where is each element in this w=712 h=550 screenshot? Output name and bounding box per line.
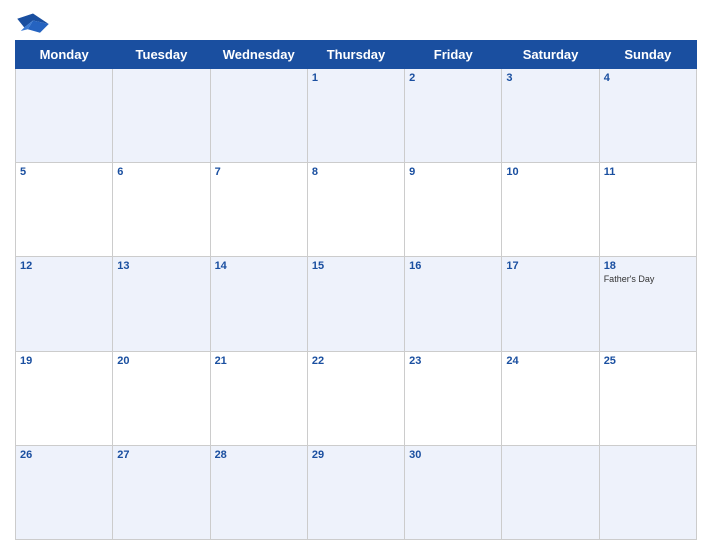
calendar-cell: 3 <box>502 69 599 163</box>
calendar-cell: 25 <box>599 351 696 445</box>
day-number: 13 <box>117 260 205 272</box>
calendar-cell <box>113 69 210 163</box>
day-number: 17 <box>506 260 594 272</box>
day-number: 21 <box>215 355 303 367</box>
weekday-header: Monday <box>16 41 113 69</box>
day-number: 20 <box>117 355 205 367</box>
weekday-header: Friday <box>405 41 502 69</box>
day-number: 28 <box>215 449 303 461</box>
day-number: 5 <box>20 166 108 178</box>
day-number: 7 <box>215 166 303 178</box>
calendar-cell: 26 <box>16 445 113 539</box>
holiday-label: Father's Day <box>604 274 692 285</box>
day-number: 3 <box>506 72 594 84</box>
calendar-cell: 14 <box>210 257 307 351</box>
day-number: 12 <box>20 260 108 272</box>
calendar-cell <box>502 445 599 539</box>
calendar-week-row: 12 13 14 15 16 17 18 Father's Day <box>16 257 697 351</box>
weekday-header-row: MondayTuesdayWednesdayThursdayFridaySatu… <box>16 41 697 69</box>
weekday-header: Saturday <box>502 41 599 69</box>
calendar-cell: 13 <box>113 257 210 351</box>
day-number: 19 <box>20 355 108 367</box>
calendar-cell: 10 <box>502 163 599 257</box>
calendar-week-row: 56789 10 11 <box>16 163 697 257</box>
day-number: 6 <box>117 166 205 178</box>
day-number: 8 <box>312 166 400 178</box>
calendar-cell <box>599 445 696 539</box>
calendar-cell <box>210 69 307 163</box>
calendar-cell: 11 <box>599 163 696 257</box>
weekday-header: Wednesday <box>210 41 307 69</box>
day-number: 1 <box>312 72 400 84</box>
calendar-cell: 24 <box>502 351 599 445</box>
day-number: 18 <box>604 260 692 272</box>
calendar-cell: 4 <box>599 69 696 163</box>
day-number: 30 <box>409 449 497 461</box>
day-number: 14 <box>215 260 303 272</box>
day-number: 26 <box>20 449 108 461</box>
calendar-cell: 18 Father's Day <box>599 257 696 351</box>
calendar-cell: 19 <box>16 351 113 445</box>
logo-bird-icon <box>15 10 51 38</box>
calendar-cell: 9 <box>405 163 502 257</box>
day-number: 16 <box>409 260 497 272</box>
day-number: 29 <box>312 449 400 461</box>
page-header <box>15 10 697 38</box>
day-number: 25 <box>604 355 692 367</box>
day-number: 11 <box>604 166 692 178</box>
calendar-cell: 12 <box>16 257 113 351</box>
weekday-header: Tuesday <box>113 41 210 69</box>
day-number: 24 <box>506 355 594 367</box>
day-number: 22 <box>312 355 400 367</box>
calendar-cell: 7 <box>210 163 307 257</box>
calendar-cell: 1 <box>307 69 404 163</box>
calendar-week-row: 19 20 21 22 23 24 25 <box>16 351 697 445</box>
calendar-cell: 2 <box>405 69 502 163</box>
weekday-header: Sunday <box>599 41 696 69</box>
calendar-cell: 21 <box>210 351 307 445</box>
logo <box>15 10 55 38</box>
calendar-cell: 8 <box>307 163 404 257</box>
day-number: 15 <box>312 260 400 272</box>
calendar-table: MondayTuesdayWednesdayThursdayFridaySatu… <box>15 40 697 540</box>
calendar-cell: 28 <box>210 445 307 539</box>
calendar-week-row: 26 27 28 29 30 <box>16 445 697 539</box>
day-number: 27 <box>117 449 205 461</box>
calendar-cell: 22 <box>307 351 404 445</box>
calendar-cell: 30 <box>405 445 502 539</box>
calendar-cell: 5 <box>16 163 113 257</box>
weekday-header: Thursday <box>307 41 404 69</box>
day-number: 2 <box>409 72 497 84</box>
calendar-cell: 23 <box>405 351 502 445</box>
day-number: 4 <box>604 72 692 84</box>
day-number: 10 <box>506 166 594 178</box>
calendar-cell: 17 <box>502 257 599 351</box>
calendar-week-row: 1234 <box>16 69 697 163</box>
calendar-cell: 6 <box>113 163 210 257</box>
calendar-cell <box>16 69 113 163</box>
calendar-cell: 16 <box>405 257 502 351</box>
calendar-cell: 15 <box>307 257 404 351</box>
day-number: 9 <box>409 166 497 178</box>
calendar-cell: 27 <box>113 445 210 539</box>
calendar-cell: 29 <box>307 445 404 539</box>
day-number: 23 <box>409 355 497 367</box>
calendar-cell: 20 <box>113 351 210 445</box>
